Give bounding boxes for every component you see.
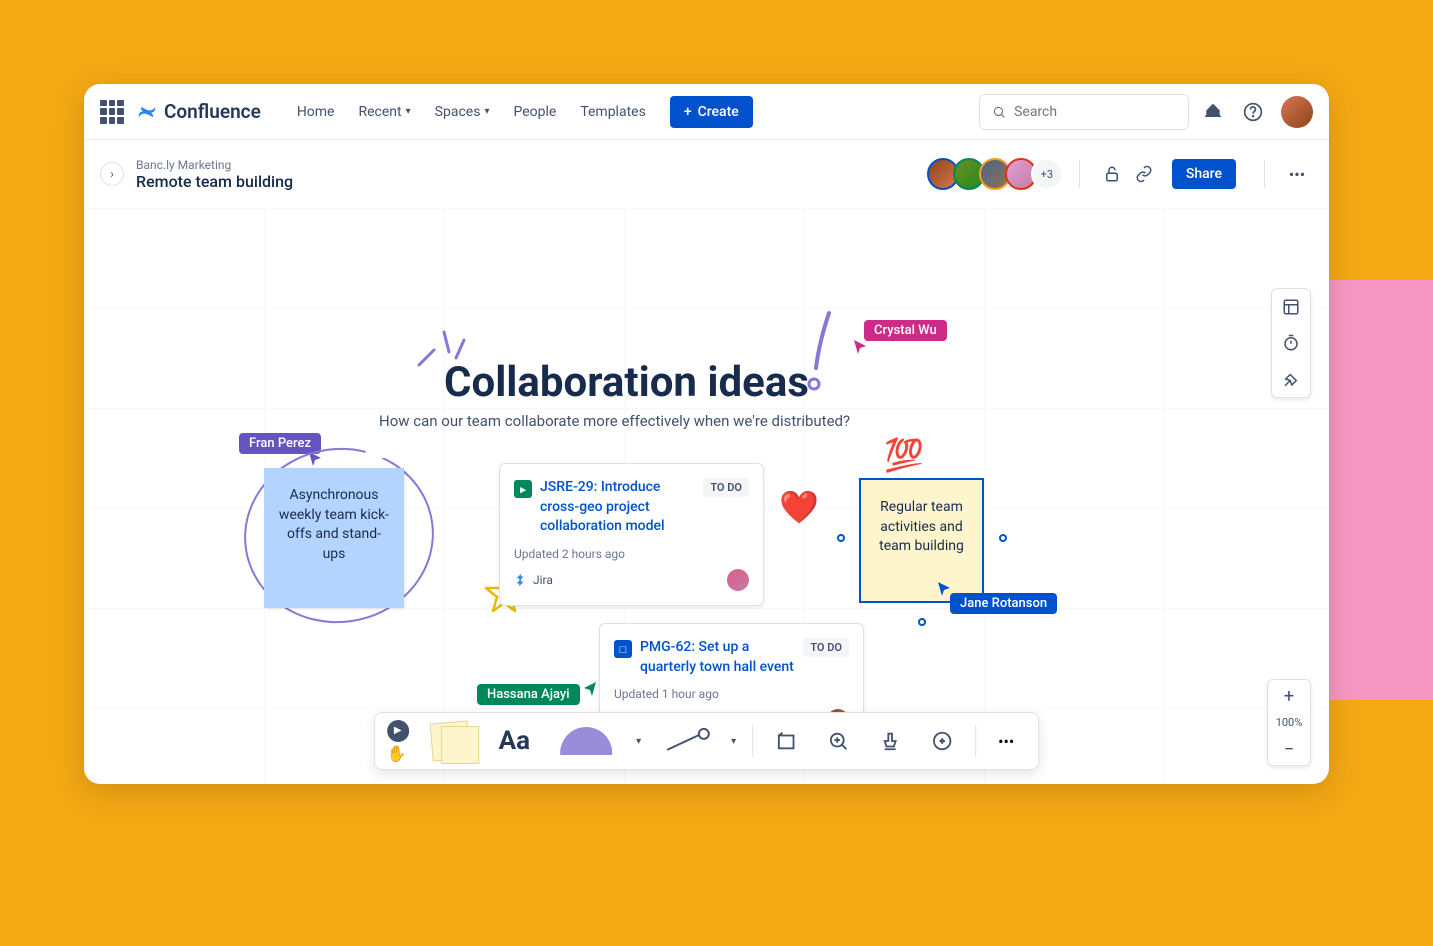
confluence-icon [136, 101, 158, 123]
line-dropdown-icon[interactable]: ▾ [725, 736, 742, 747]
create-button[interactable]: +Create [670, 96, 753, 128]
lock-icon[interactable] [1096, 158, 1128, 190]
status-badge: TO DO [803, 638, 849, 657]
cursor-icon [309, 452, 323, 466]
divider [1079, 160, 1080, 188]
zoom-out-button[interactable]: − [1268, 733, 1310, 765]
search-box[interactable] [979, 94, 1189, 130]
selection-handle[interactable] [999, 534, 1007, 542]
exclamation-doodle [804, 308, 844, 398]
shape-icon [560, 727, 612, 755]
more-actions-icon[interactable]: ••• [1281, 158, 1313, 190]
plus-icon: + [684, 104, 692, 120]
sticky-note-blue[interactable]: Asynchronous weekly team kick-offs and s… [264, 468, 404, 608]
jira-icon [514, 573, 528, 587]
zoom-in-button[interactable]: + [1268, 680, 1310, 712]
card-updated: Updated 1 hour ago [614, 687, 849, 701]
cursor-icon [582, 682, 596, 696]
user-cursor-label: Jane Rotanson [950, 593, 1057, 614]
nav-templates[interactable]: Templates [568, 96, 658, 128]
divider [975, 725, 976, 757]
timer-tool-icon[interactable] [1272, 325, 1310, 361]
app-window: Confluence Home Recent▾ Spaces▾ People T… [84, 84, 1329, 784]
hundred-sticker[interactable]: 💯 [884, 436, 924, 474]
whiteboard-title[interactable]: Collaboration ideas [444, 358, 809, 407]
nav-spaces[interactable]: Spaces▾ [423, 96, 502, 128]
collaborators: +3 [933, 158, 1063, 190]
nav-people[interactable]: People [501, 96, 568, 128]
chevron-down-icon: ▾ [484, 106, 489, 117]
bottom-toolbar: ▶ ✋ Aa ▾ ▾ ••• [374, 712, 1040, 770]
assignee-avatar[interactable] [727, 569, 749, 591]
user-cursor-label: Hassana Ajayi [477, 684, 580, 705]
frame-tool-icon[interactable] [763, 720, 809, 762]
user-cursor-label: Fran Perez [239, 433, 321, 454]
play-tool-icon[interactable]: ▶ [387, 720, 409, 742]
notifications-icon[interactable] [1197, 96, 1229, 128]
task-icon: □ [614, 640, 632, 658]
user-avatar[interactable] [1281, 96, 1313, 128]
sticky-note-yellow[interactable]: Regular team activities and team buildin… [859, 478, 984, 603]
page-header: › Banc.ly Marketing Remote team building… [84, 140, 1329, 208]
layout-tool-icon[interactable] [1272, 289, 1310, 325]
page-title: Remote team building [136, 172, 293, 191]
line-tool[interactable] [653, 720, 719, 762]
link-tool-icon[interactable] [919, 720, 965, 762]
chevron-down-icon: ▾ [406, 106, 411, 117]
nav-home[interactable]: Home [285, 96, 347, 128]
pin-tool-icon[interactable] [1272, 361, 1310, 397]
sticky-note-tool[interactable] [423, 720, 481, 762]
heart-sticker[interactable]: ❤️ [779, 488, 819, 526]
cursor-icon [854, 340, 868, 354]
card-title[interactable]: PMG-62: Set up a quarterly town hall eve… [640, 638, 795, 677]
breadcrumb[interactable]: Banc.ly Marketing [136, 158, 293, 172]
share-button[interactable]: Share [1172, 159, 1236, 189]
zoom-controls: + 100% − [1267, 679, 1311, 766]
text-icon: Aa [499, 726, 530, 756]
shape-tool[interactable] [548, 720, 624, 762]
divider [752, 725, 753, 757]
status-badge: TO DO [703, 478, 749, 497]
card-title[interactable]: JSRE-29: Introduce cross-geo project col… [540, 478, 695, 537]
stamp-tool-icon[interactable] [867, 720, 913, 762]
more-tools-icon[interactable]: ••• [986, 720, 1026, 762]
jira-card[interactable]: ▸ JSRE-29: Introduce cross-geo project c… [499, 463, 764, 606]
hand-tool-icon[interactable]: ✋ [387, 744, 409, 763]
search-icon [992, 104, 1006, 120]
card-updated: Updated 2 hours ago [514, 547, 749, 561]
confluence-logo[interactable]: Confluence [136, 100, 261, 123]
nav-recent[interactable]: Recent▾ [347, 96, 423, 128]
text-tool[interactable]: Aa [487, 720, 542, 762]
app-switcher-icon[interactable] [100, 100, 124, 124]
jira-source-tag: Jira [514, 573, 553, 587]
shape-dropdown-icon[interactable]: ▾ [630, 736, 647, 747]
whiteboard-canvas[interactable]: Collaboration ideas How can our team col… [84, 208, 1329, 784]
product-name: Confluence [164, 100, 261, 123]
divider [1264, 160, 1265, 188]
top-navigation: Confluence Home Recent▾ Spaces▾ People T… [84, 84, 1329, 140]
user-cursor-label: Crystal Wu [864, 320, 947, 341]
image-tool-icon[interactable] [815, 720, 861, 762]
more-collaborators-button[interactable]: +3 [1031, 158, 1063, 190]
expand-sidebar-button[interactable]: › [100, 162, 124, 186]
search-input[interactable] [1014, 104, 1176, 120]
link-icon[interactable] [1128, 158, 1160, 190]
selection-handle[interactable] [837, 534, 845, 542]
zoom-level[interactable]: 100% [1276, 712, 1303, 733]
right-toolbar [1271, 288, 1311, 398]
selection-handle[interactable] [918, 618, 926, 626]
help-icon[interactable] [1237, 96, 1269, 128]
story-icon: ▸ [514, 480, 532, 498]
whiteboard-subtitle[interactable]: How can our team collaborate more effect… [379, 412, 850, 430]
line-icon [667, 731, 706, 751]
